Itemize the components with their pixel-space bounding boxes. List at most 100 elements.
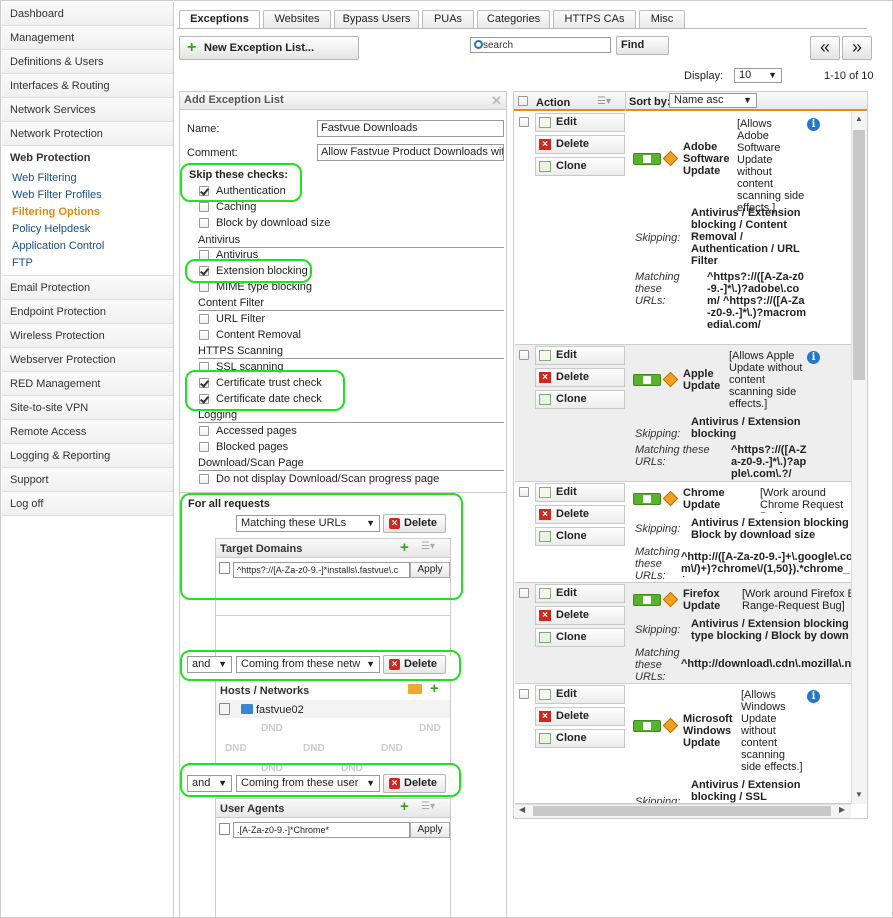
apply-agent-button[interactable]: Apply bbox=[410, 822, 450, 838]
tab-misc[interactable]: Misc bbox=[639, 10, 685, 28]
block-by-size-checkbox[interactable] bbox=[199, 218, 209, 228]
display-count-select[interactable]: 10 ▼ bbox=[734, 68, 782, 83]
trash-icon[interactable] bbox=[219, 703, 230, 715]
scroll-right-arrow[interactable]: ▶ bbox=[839, 805, 845, 814]
sidebar-item-log-off[interactable]: Log off bbox=[2, 492, 173, 516]
sidebar-item-management[interactable]: Management bbox=[2, 26, 173, 50]
row-checkbox[interactable] bbox=[519, 117, 529, 127]
sidebar-subitem-web-filter-profiles[interactable]: Web Filter Profiles bbox=[2, 187, 173, 204]
clone-button[interactable]: Clone bbox=[535, 729, 625, 748]
delete-button[interactable]: × Delete bbox=[535, 606, 625, 625]
tab-exceptions[interactable]: Exceptions bbox=[179, 10, 260, 28]
edit-label: Edit bbox=[556, 688, 577, 700]
sidebar-item-email-protection[interactable]: Email Protection bbox=[2, 276, 173, 300]
delete-button[interactable]: × Delete bbox=[535, 505, 625, 524]
skipping-label: Skipping: bbox=[635, 523, 681, 535]
sidebar-item-definitions-users[interactable]: Definitions & Users bbox=[2, 50, 173, 74]
no-progress-page-checkbox[interactable] bbox=[199, 474, 209, 484]
list-menu-icon[interactable]: ☰▾ bbox=[597, 96, 611, 107]
edit-button[interactable]: Edit bbox=[535, 483, 625, 502]
accessed-pages-checkbox[interactable] bbox=[199, 426, 209, 436]
delete-button[interactable]: × Delete bbox=[535, 368, 625, 387]
new-exception-list-button[interactable]: + New Exception List... bbox=[179, 36, 359, 60]
matching-value: ^https?://([A-Za-z0-9.-]*\.)?adobe\.com/… bbox=[707, 271, 807, 331]
clone-button[interactable]: Clone bbox=[535, 527, 625, 546]
sidebar-item-endpoint-protection[interactable]: Endpoint Protection bbox=[2, 300, 173, 324]
plus-icon[interactable]: + bbox=[430, 680, 439, 697]
edit-button[interactable]: Edit bbox=[535, 584, 625, 603]
delete-button[interactable]: × Delete bbox=[535, 707, 625, 726]
scroll-left-arrow[interactable]: ◀ bbox=[519, 805, 525, 814]
sidebar-item-dashboard[interactable]: Dashboard bbox=[2, 2, 173, 26]
folder-icon[interactable] bbox=[408, 684, 422, 694]
enable-toggle[interactable] bbox=[633, 153, 661, 165]
sidebar-item-wireless-protection[interactable]: Wireless Protection bbox=[2, 324, 173, 348]
close-icon[interactable]: ✕ bbox=[491, 93, 502, 109]
sidebar-subitem-policy-helpdesk[interactable]: Policy Helpdesk bbox=[2, 221, 173, 238]
search-input[interactable]: search bbox=[470, 37, 611, 53]
edit-button[interactable]: Edit bbox=[535, 685, 625, 704]
delete-button[interactable]: × Delete bbox=[535, 135, 625, 154]
row-checkbox[interactable] bbox=[519, 350, 529, 360]
edit-button[interactable]: Edit bbox=[535, 346, 625, 365]
info-icon[interactable]: i bbox=[807, 118, 820, 131]
sidebar-item-red-management[interactable]: RED Management bbox=[2, 372, 173, 396]
content-removal-checkbox[interactable] bbox=[199, 330, 209, 340]
find-button[interactable]: Find bbox=[616, 36, 669, 55]
user-agent-regex-input[interactable]: .[A-Za-z0-9.-]*Chrome* bbox=[233, 822, 410, 838]
sidebar-item-network-services[interactable]: Network Services bbox=[2, 98, 173, 122]
sidebar-subitem-ftp[interactable]: FTP bbox=[2, 255, 173, 272]
next-page-button[interactable]: » bbox=[842, 36, 872, 60]
sidebar-item-support[interactable]: Support bbox=[2, 468, 173, 492]
caching-checkbox[interactable] bbox=[199, 202, 209, 212]
sidebar-item-interfaces-routing[interactable]: Interfaces & Routing bbox=[2, 74, 173, 98]
sidebar-item-web-protection[interactable]: Web Protection bbox=[2, 146, 173, 170]
horizontal-scroll-thumb[interactable] bbox=[533, 806, 831, 816]
info-icon[interactable]: i bbox=[807, 690, 820, 703]
mime-blocking-checkbox[interactable] bbox=[199, 282, 209, 292]
tab-puas[interactable]: PUAs bbox=[422, 10, 474, 28]
clone-button[interactable]: Clone bbox=[535, 157, 625, 176]
clone-button[interactable]: Clone bbox=[535, 628, 625, 647]
sidebar-item-remote-access[interactable]: Remote Access bbox=[2, 420, 173, 444]
clone-button[interactable]: Clone bbox=[535, 390, 625, 409]
scroll-down-arrow[interactable]: ▼ bbox=[855, 790, 863, 799]
sidebar-subitem-application-control[interactable]: Application Control bbox=[2, 238, 173, 255]
sidebar-item-network-protection[interactable]: Network Protection bbox=[2, 122, 173, 146]
item-name: Microsoft Windows Update bbox=[683, 713, 733, 749]
logging-section: Logging bbox=[198, 410, 504, 423]
sidebar-item-logging-reporting[interactable]: Logging & Reporting bbox=[2, 444, 173, 468]
edit-button[interactable]: Edit bbox=[535, 113, 625, 132]
trash-icon[interactable] bbox=[219, 823, 230, 835]
name-field[interactable]: Fastvue Downloads bbox=[317, 120, 504, 137]
tab-websites[interactable]: Websites bbox=[263, 10, 331, 28]
row-checkbox[interactable] bbox=[519, 689, 529, 699]
sort-select[interactable]: Name asc ▼ bbox=[669, 93, 757, 108]
sidebar-subitem-web-filtering[interactable]: Web Filtering bbox=[2, 170, 173, 187]
list-menu-icon[interactable]: ☰▾ bbox=[421, 801, 435, 812]
warning-icon bbox=[662, 490, 679, 507]
info-icon[interactable]: i bbox=[807, 351, 820, 364]
url-filter-checkbox[interactable] bbox=[199, 314, 209, 324]
prev-page-button[interactable]: « bbox=[810, 36, 840, 60]
comment-field[interactable]: Allow Fastvue Product Downloads with bbox=[317, 144, 504, 161]
row-checkbox[interactable] bbox=[519, 588, 529, 598]
sidebar-item-site-to-site-vpn[interactable]: Site-to-site VPN bbox=[2, 396, 173, 420]
blocked-pages-checkbox[interactable] bbox=[199, 442, 209, 452]
tab-https-cas[interactable]: HTTPS CAs bbox=[553, 10, 636, 28]
enable-toggle[interactable] bbox=[633, 594, 661, 606]
row-checkbox[interactable] bbox=[519, 487, 529, 497]
close-icon: × bbox=[539, 711, 551, 722]
sidebar-item-webserver-protection[interactable]: Webserver Protection bbox=[2, 348, 173, 372]
plus-icon[interactable]: + bbox=[400, 798, 409, 815]
vertical-scroll-thumb[interactable] bbox=[853, 130, 865, 380]
scroll-up-arrow[interactable]: ▲ bbox=[855, 114, 863, 123]
tab-bypass-users[interactable]: Bypass Users bbox=[334, 10, 419, 28]
list-item: Edit × Delete Clone Apple Update [Allows … bbox=[515, 345, 855, 482]
sidebar-subitem-filtering-options[interactable]: Filtering Options bbox=[2, 204, 173, 221]
enable-toggle[interactable] bbox=[633, 720, 661, 732]
select-all-checkbox[interactable] bbox=[518, 96, 528, 106]
enable-toggle[interactable] bbox=[633, 493, 661, 505]
tab-categories[interactable]: Categories bbox=[477, 10, 550, 28]
enable-toggle[interactable] bbox=[633, 374, 661, 386]
